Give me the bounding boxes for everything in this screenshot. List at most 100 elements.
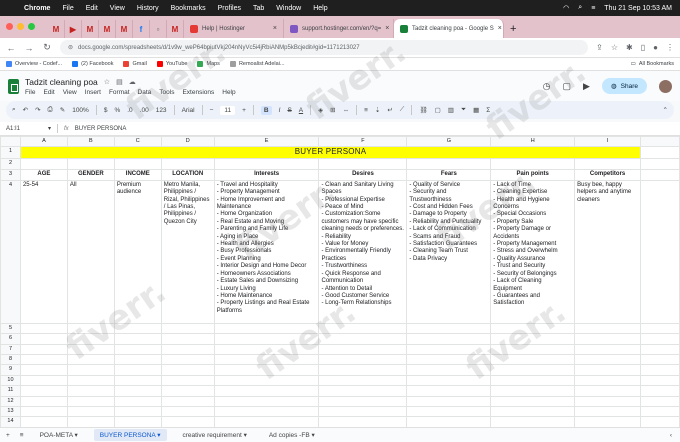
cell[interactable] [19,374,68,387]
bookmark-facebook[interactable]: (2) Facebook [72,61,113,67]
strikethrough-icon[interactable]: S [287,107,291,114]
cell[interactable] [66,364,115,376]
cell[interactable] [640,395,680,408]
cell[interactable] [640,343,680,356]
maximize-window-button[interactable] [28,23,35,30]
cell[interactable] [113,343,162,356]
cell[interactable] [640,354,680,366]
menu-extensions[interactable]: Extensions [182,89,214,96]
column-header[interactable]: G [406,136,492,148]
close-icon[interactable]: × [273,25,277,32]
share-button[interactable]: ◍ Share [601,78,647,94]
cell[interactable] [490,364,576,376]
decrease-font-icon[interactable]: − [210,107,214,114]
cell[interactable] [490,158,576,170]
cell[interactable] [574,385,642,397]
sheet-tab-ad-copies[interactable]: Ad copies -FB ▾ [263,429,321,441]
cell[interactable] [640,364,680,376]
cell[interactable] [160,158,215,170]
cell-desires[interactable]: - Clean and Sanitary Living Spaces - Pro… [318,179,408,324]
menu-format[interactable]: Format [109,89,130,96]
cell[interactable] [574,374,642,387]
column-header[interactable]: F [318,136,408,148]
cell[interactable] [574,364,642,376]
cell[interactable] [406,354,492,366]
cell[interactable] [213,385,320,397]
italic-icon[interactable]: I [279,107,281,114]
pinned-tab-gmail-4[interactable]: M [116,20,133,38]
cell[interactable] [318,354,408,366]
cell[interactable] [406,395,492,408]
text-color-icon[interactable]: A [299,107,303,114]
cell[interactable] [213,322,320,335]
buyer-persona-title-cell[interactable]: BUYER PERSONA [19,146,642,160]
pinned-tab-facebook[interactable]: f [133,20,150,38]
cell[interactable] [113,374,162,387]
cell[interactable] [213,374,320,387]
doc-title[interactable]: Tadzit cleaning poa [25,77,98,87]
row-header[interactable]: 2 [0,158,21,170]
new-tab-button[interactable]: + [504,20,522,38]
profile-icon[interactable]: ● [653,43,658,52]
menubar-help[interactable]: Help [313,5,327,12]
pinned-tab-gmail-2[interactable]: M [82,20,99,38]
cell[interactable] [490,395,576,408]
cell[interactable] [19,385,68,397]
cell[interactable] [160,354,215,366]
print-icon[interactable]: ⎙ [48,106,53,114]
cell[interactable] [574,395,642,408]
move-folder-icon[interactable]: ▤ [116,78,123,86]
menu-data[interactable]: Data [138,89,152,96]
column-header[interactable]: A [19,136,68,148]
cell[interactable] [574,322,642,335]
bookmark-maps[interactable]: Maps [197,61,220,67]
add-sheet-icon[interactable]: + [6,432,10,439]
cell[interactable] [406,406,492,418]
cell[interactable] [66,406,115,418]
text-wrap-icon[interactable]: ↵ [387,106,392,114]
cell[interactable] [113,158,162,170]
currency-button[interactable]: $ [104,107,108,114]
cell[interactable] [640,385,680,397]
menubar-history[interactable]: History [137,5,159,12]
close-window-button[interactable] [6,23,13,30]
forward-icon[interactable]: → [24,43,34,53]
menu-file[interactable]: File [25,89,35,96]
row-header[interactable]: 10 [0,374,21,387]
sheet-tab-creative-requirement[interactable]: creative requirement ▾ [177,429,253,441]
sheet-tab-poa-meta[interactable]: POA-META ▾ [34,429,84,441]
name-box-dropdown-icon[interactable]: ▾ [48,125,51,132]
cell[interactable] [19,343,68,356]
cell[interactable] [318,322,408,335]
header-cell-fears[interactable]: Fears [406,168,492,181]
bookmark-gmail[interactable]: Gmail [123,61,147,67]
cell-income[interactable]: Premium audience [113,179,162,324]
menu-edit[interactable]: Edit [43,89,54,96]
row-header[interactable]: 3 [0,168,21,181]
row-header[interactable]: 7 [0,343,21,356]
pinned-tab-youtube[interactable]: ▶ [65,20,82,38]
pinned-tab-gmail-3[interactable]: M [99,20,116,38]
cell[interactable] [160,406,215,418]
bookmark-star-icon[interactable]: ☆ [611,43,618,52]
cell[interactable] [490,354,576,366]
minimize-window-button[interactable] [17,23,24,30]
cell[interactable] [160,364,215,376]
cell[interactable] [213,333,320,345]
menubar-view[interactable]: View [110,5,125,12]
cell[interactable] [160,385,215,397]
row-header[interactable]: 1 [0,146,21,160]
functions-icon[interactable]: Σ [486,107,490,114]
menubar-clock[interactable]: Thu 21 Sep 10:53 AM [604,5,672,12]
cell[interactable] [640,333,680,345]
cell[interactable] [318,364,408,376]
column-header[interactable]: C [113,136,162,148]
site-info-icon[interactable]: ⊜ [68,44,73,51]
chrome-menu-icon[interactable]: ⋮ [666,43,674,52]
cell[interactable] [113,354,162,366]
cell[interactable] [318,395,408,408]
name-box[interactable]: A1:I1 [6,126,42,132]
cell[interactable] [19,406,68,418]
cell-fears[interactable]: - Quality of Service - Security and Trus… [406,179,492,324]
percent-button[interactable]: % [114,107,120,114]
